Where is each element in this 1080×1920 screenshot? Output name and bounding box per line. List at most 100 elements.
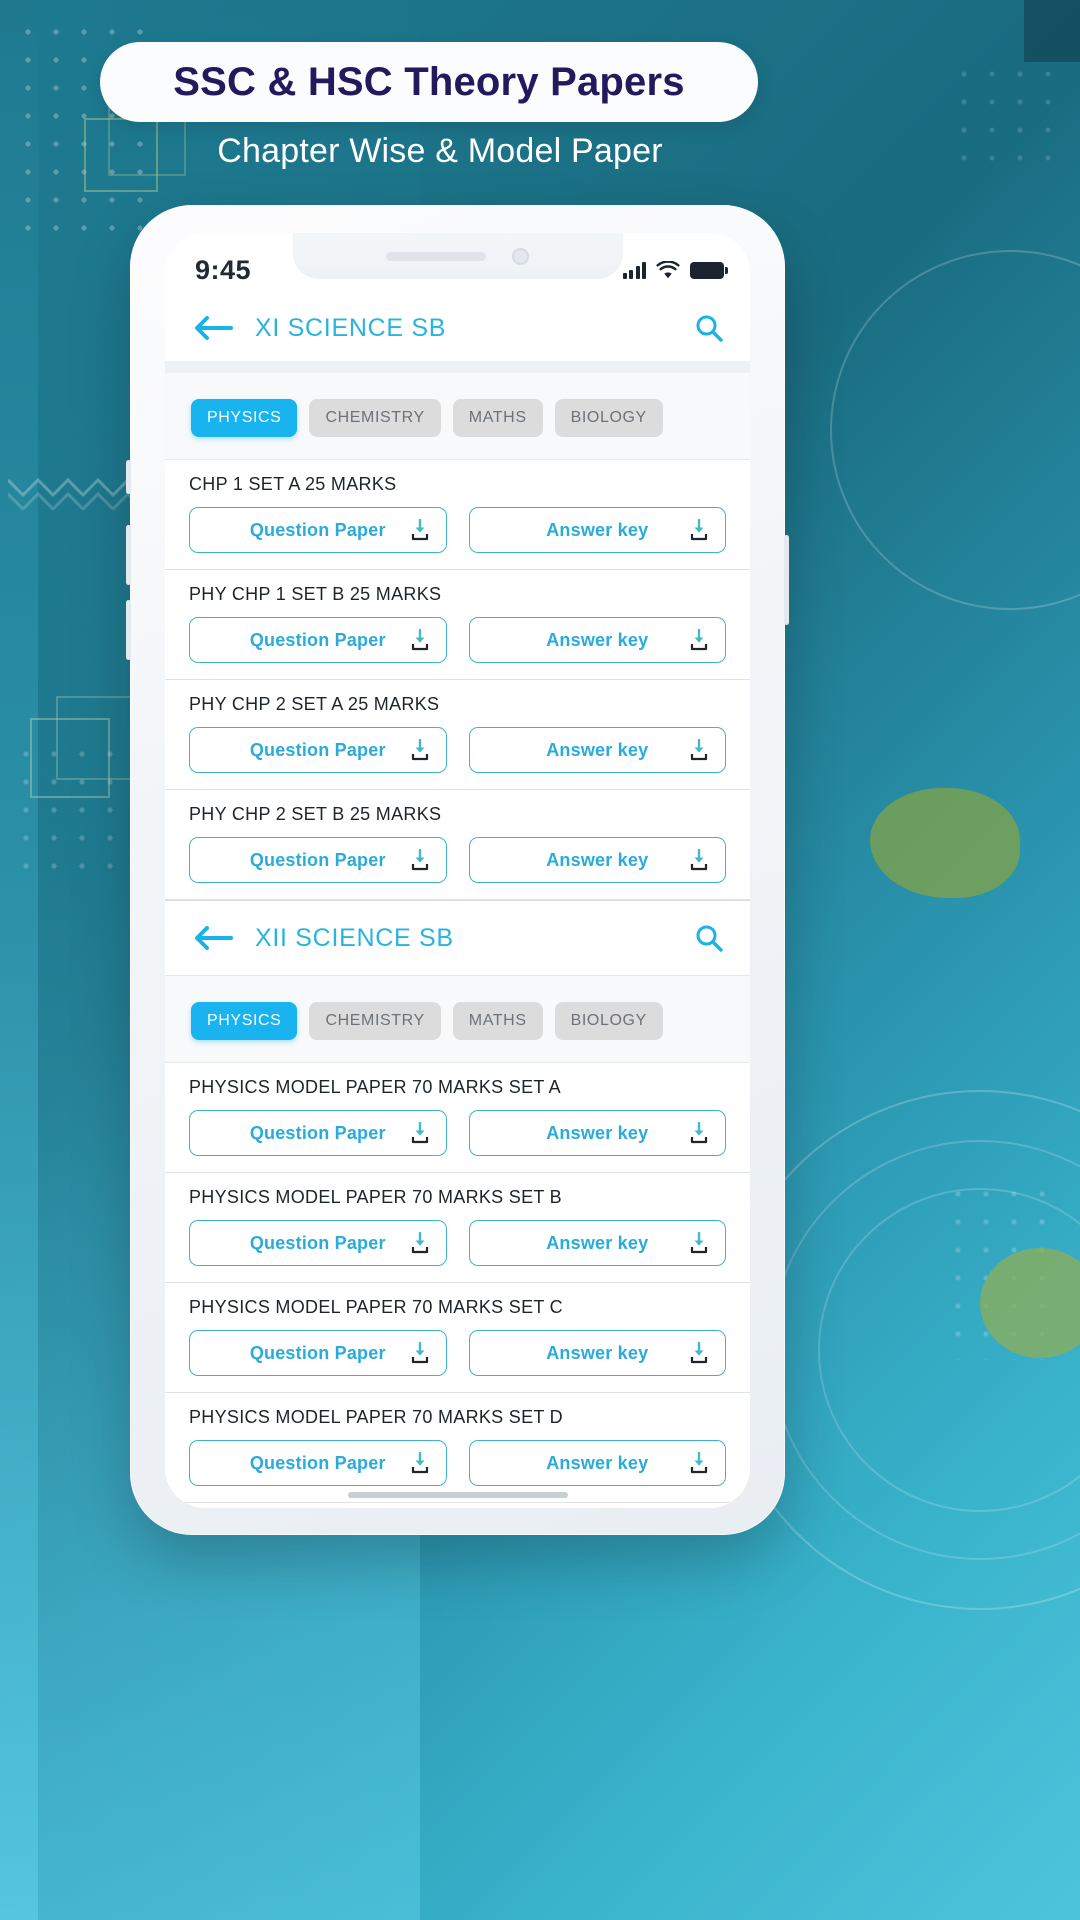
download-icon (411, 519, 428, 541)
download-icon (411, 1232, 428, 1254)
status-time: 9:45 (195, 254, 252, 285)
paper-title: PHY CHP 2 SET B 25 MARKS (189, 804, 442, 824)
paper-title: PHYSICS MODEL PAPER 70 MARKS SET D (189, 1407, 563, 1427)
download-icon (690, 1342, 708, 1364)
row-actions: Question Paper Answer key (189, 837, 726, 883)
answer-key-button[interactable]: Answer key (468, 837, 726, 883)
download-icon (690, 849, 708, 871)
question-paper-button[interactable]: Question Paper (189, 1330, 447, 1376)
search-icon[interactable] (694, 313, 724, 343)
download-icon (411, 1122, 428, 1144)
row-actions: Question Paper Answer key (189, 1440, 726, 1486)
question-paper-label: Question Paper (249, 519, 386, 540)
tab-biology[interactable]: BIOLOGY (554, 1002, 663, 1040)
download-icon (411, 849, 428, 871)
question-paper-button[interactable]: Question Paper (189, 727, 447, 773)
promo-subtitle: Chapter Wise & Model Paper (217, 132, 663, 170)
download-icon (690, 1452, 708, 1474)
question-paper-label: Question Paper (249, 1452, 386, 1473)
tab-chemistry[interactable]: CHEMISTRY (309, 399, 441, 437)
answer-key-label: Answer key (546, 739, 649, 760)
answer-key-label: Answer key (546, 519, 649, 540)
status-bar: 9:45 (165, 233, 750, 295)
tab-physics[interactable]: PHYSICS (191, 1002, 298, 1040)
status-icons (622, 260, 728, 280)
phone-volume-down-button (126, 600, 131, 660)
tab-physics[interactable]: PHYSICS (191, 399, 298, 437)
answer-key-button[interactable]: Answer key (468, 1440, 726, 1486)
table-row: CHP 1 SET A 25 MARKS Question Paper Answ… (165, 460, 750, 570)
download-icon (690, 629, 708, 651)
section-title: XI SCIENCE SB (255, 313, 447, 342)
table-row: PHYSICS MODEL PAPER 70 MARKS SET C Quest… (165, 1283, 750, 1393)
subject-tabs-xi: PHYSICS CHEMISTRY MATHS BIOLOGY (165, 373, 750, 460)
answer-key-button[interactable]: Answer key (468, 1110, 726, 1156)
question-paper-button[interactable]: Question Paper (189, 1220, 447, 1266)
dot-pattern-icon (950, 60, 1060, 180)
paper-title: CHP 1 SET A 25 MARKS (189, 474, 397, 494)
signal-bars-icon (622, 261, 646, 279)
download-icon (411, 1452, 428, 1474)
wifi-icon (656, 260, 680, 278)
question-paper-label: Question Paper (249, 1342, 386, 1363)
row-actions: Question Paper Answer key (189, 727, 726, 773)
tab-biology[interactable]: BIOLOGY (554, 399, 663, 437)
paper-title: PHYSICS MODEL PAPER 70 MARKS SET A (189, 1077, 561, 1097)
question-paper-button[interactable]: Question Paper (189, 1110, 447, 1156)
promo-title-pill: SSC & HSC Theory Papers (100, 42, 758, 122)
answer-key-label: Answer key (546, 1232, 649, 1253)
paper-title: PHY CHP 1 SET B 25 MARKS (189, 584, 442, 604)
search-icon[interactable] (694, 923, 724, 953)
table-row: PHYSICS MODEL PAPER 70 MARKS SET D Quest… (165, 1393, 750, 1503)
row-actions: Question Paper Answer key (189, 1330, 726, 1376)
question-paper-button[interactable]: Question Paper (189, 1440, 447, 1486)
paper-title: PHYSICS MODEL PAPER 70 MARKS SET C (189, 1297, 563, 1317)
promo-title: SSC & HSC Theory Papers (173, 59, 685, 104)
paper-title: PHYSICS MODEL PAPER 70 MARKS SET B (189, 1187, 562, 1207)
phone-side-button (126, 460, 131, 494)
row-actions: Question Paper Answer key (189, 617, 726, 663)
phone-screen: 9:45 XI SCIENCE SB PHYSICS CHEMISTRY MAT… (165, 233, 750, 1508)
phone-volume-up-button (126, 525, 131, 585)
table-row: PHY CHP 2 SET A 25 MARKS Question Paper … (165, 680, 750, 790)
back-arrow-icon[interactable] (193, 924, 233, 952)
answer-key-label: Answer key (546, 1122, 649, 1143)
download-icon (690, 739, 708, 761)
row-actions: Question Paper Answer key (189, 507, 726, 553)
download-icon (690, 519, 708, 541)
answer-key-label: Answer key (546, 849, 649, 870)
battery-full-icon (690, 261, 728, 279)
paper-title: PHY CHP 2 SET A 25 MARKS (189, 694, 440, 714)
answer-key-button[interactable]: Answer key (468, 727, 726, 773)
table-row: PHYSICS MODEL PAPER 70 MARKS SET B Quest… (165, 1173, 750, 1283)
question-paper-button[interactable]: Question Paper (189, 507, 447, 553)
question-paper-button[interactable]: Question Paper (189, 837, 447, 883)
tab-chemistry[interactable]: CHEMISTRY (309, 1002, 441, 1040)
question-paper-button[interactable]: Question Paper (189, 617, 447, 663)
download-icon (690, 1232, 708, 1254)
table-row: PHYSICS MODEL PAPER 70 MARKS SET A Quest… (165, 1063, 750, 1173)
download-icon (411, 1342, 428, 1364)
question-paper-label: Question Paper (249, 849, 386, 870)
table-row: PHY CHP 1 SET B 25 MARKS Question Paper … (165, 570, 750, 680)
tab-maths[interactable]: MATHS (452, 399, 543, 437)
section-divider (165, 361, 750, 373)
question-paper-label: Question Paper (249, 739, 386, 760)
answer-key-button[interactable]: Answer key (468, 617, 726, 663)
phone-mockup: 9:45 XI SCIENCE SB PHYSICS CHEMISTRY MAT… (126, 205, 789, 1535)
section-header-xii: XII SCIENCE SB (165, 900, 750, 976)
answer-key-button[interactable]: Answer key (468, 1330, 726, 1376)
background-edge-strip (0, 0, 38, 1920)
download-icon (411, 629, 428, 651)
back-arrow-icon[interactable] (193, 314, 233, 342)
answer-key-label: Answer key (546, 1452, 649, 1473)
download-icon (411, 739, 428, 761)
answer-key-label: Answer key (546, 629, 649, 650)
home-indicator[interactable] (347, 1492, 568, 1498)
answer-key-button[interactable]: Answer key (468, 1220, 726, 1266)
download-icon (690, 1122, 708, 1144)
tab-maths[interactable]: MATHS (452, 1002, 543, 1040)
answer-key-button[interactable]: Answer key (468, 507, 726, 553)
subject-tabs-xii: PHYSICS CHEMISTRY MATHS BIOLOGY (165, 976, 750, 1063)
question-paper-label: Question Paper (249, 1232, 386, 1253)
